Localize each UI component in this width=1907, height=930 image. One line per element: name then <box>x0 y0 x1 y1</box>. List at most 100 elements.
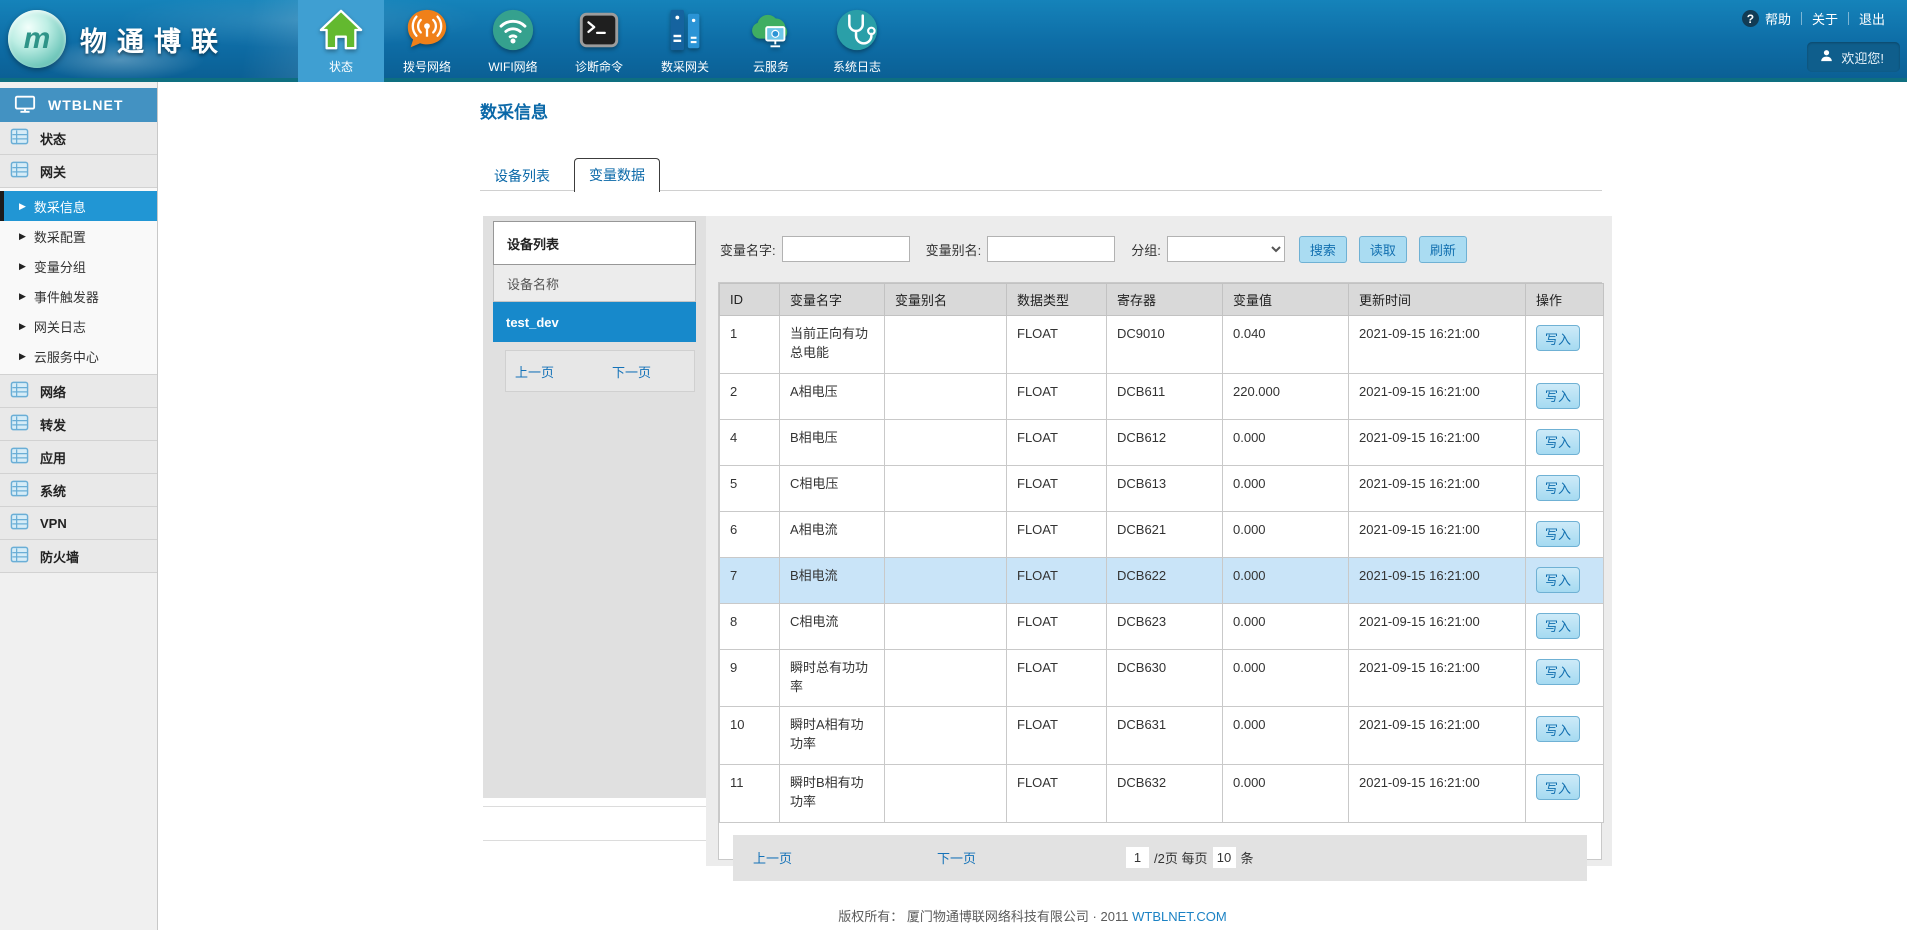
logout-link[interactable]: 退出 <box>1859 9 1885 28</box>
nav-item-cloud[interactable]: 云服务 <box>728 0 814 82</box>
cell-register: DCB613 <box>1107 465 1223 511</box>
sidebar-item-vpn[interactable]: VPN <box>0 507 157 540</box>
grid-icon <box>10 413 29 435</box>
sidebar-item-network[interactable]: 网络 <box>0 375 157 408</box>
page-size-input[interactable] <box>1213 847 1236 868</box>
nav-item-syslog[interactable]: 系统日志 <box>814 0 900 82</box>
welcome-badge[interactable]: 欢迎您! <box>1807 42 1900 72</box>
table-row[interactable]: 4B相电压FLOATDCB6120.0002021-09-15 16:21:00… <box>720 419 1604 465</box>
next-page-link[interactable]: 下一页 <box>937 848 976 867</box>
empty-row-divider <box>483 840 706 841</box>
write-button[interactable]: 写入 <box>1536 716 1580 742</box>
cell-name: A相电流 <box>780 511 885 557</box>
prev-page-link[interactable]: 上一页 <box>753 848 792 867</box>
wtblnet-link[interactable]: WTBLNET.COM <box>1132 909 1227 924</box>
sidebar-item-status[interactable]: 状态 <box>0 122 157 155</box>
wifi-icon <box>490 7 536 53</box>
cell-alias <box>885 557 1007 603</box>
nav-item-label: 云服务 <box>753 58 789 75</box>
table-row[interactable]: 11瞬时B相有功功率FLOATDCB6320.0002021-09-15 16:… <box>720 765 1604 823</box>
table-row[interactable]: 8C相电流FLOATDCB6230.0002021-09-15 16:21:00… <box>720 603 1604 649</box>
sidebar-subitem-label: 数采配置 <box>34 227 86 246</box>
cell-register: DCB630 <box>1107 649 1223 707</box>
cell-updated: 2021-09-15 16:21:00 <box>1349 557 1526 603</box>
nav-item-diagnose[interactable]: 诊断命令 <box>556 0 642 82</box>
sidebar-item-label: 网络 <box>40 382 66 401</box>
table-row[interactable]: 10瞬时A相有功功率FLOATDCB6310.0002021-09-15 16:… <box>720 707 1604 765</box>
tab-device-list[interactable]: 设备列表 <box>480 161 564 191</box>
device-list-panel: 设备列表 设备名称 test_dev 上一页 下一页 <box>483 216 706 798</box>
sidebar-item-system[interactable]: 系统 <box>0 474 157 507</box>
tab-var-data[interactable]: 变量数据 <box>574 158 660 192</box>
write-button[interactable]: 写入 <box>1536 383 1580 409</box>
monitor-icon <box>14 93 36 118</box>
sidebar-subitem-cloud-center[interactable]: ▶云服务中心 <box>0 341 157 371</box>
sidebar-subitem-event-trigger[interactable]: ▶事件触发器 <box>0 281 157 311</box>
sidebar-item-firewall[interactable]: 防火墙 <box>0 540 157 573</box>
cell-type: FLOAT <box>1007 511 1107 557</box>
write-button[interactable]: 写入 <box>1536 521 1580 547</box>
table-row[interactable]: 1当前正向有功总电能FLOATDC90100.0402021-09-15 16:… <box>720 316 1604 374</box>
nav-item-wifi[interactable]: WIFI网络 <box>470 0 556 82</box>
table-row[interactable]: 5C相电压FLOATDCB6130.0002021-09-15 16:21:00… <box>720 465 1604 511</box>
write-button[interactable]: 写入 <box>1536 429 1580 455</box>
variable-alias-input[interactable] <box>987 236 1115 262</box>
empty-row-divider <box>483 806 706 807</box>
table-row[interactable]: 7B相电流FLOATDCB6220.0002021-09-15 16:21:00… <box>720 557 1604 603</box>
sidebar-subitem-gateway-log[interactable]: ▶网关日志 <box>0 311 157 341</box>
search-button[interactable]: 搜索 <box>1299 236 1347 263</box>
refresh-button[interactable]: 刷新 <box>1419 236 1467 263</box>
device-list: test_dev <box>493 302 696 342</box>
sidebar-subitem-label: 事件触发器 <box>34 287 99 306</box>
grid-icon <box>10 380 29 402</box>
table-row[interactable]: 9瞬时总有功功率FLOATDCB6300.0002021-09-15 16:21… <box>720 649 1604 707</box>
help-link[interactable]: 帮助 <box>1765 9 1791 28</box>
cell-name: 瞬时B相有功功率 <box>780 765 885 823</box>
nav-item-dc-gateway[interactable]: 数采网关 <box>642 0 728 82</box>
copyright-label: 版权所有： <box>838 909 903 924</box>
cell-register: DCB632 <box>1107 765 1223 823</box>
cell-alias <box>885 465 1007 511</box>
grid-icon <box>10 545 29 567</box>
variable-name-label: 变量名字: <box>720 240 776 259</box>
sidebar-item-gateway[interactable]: 网关 <box>0 155 157 188</box>
write-button[interactable]: 写入 <box>1536 613 1580 639</box>
write-button[interactable]: 写入 <box>1536 774 1580 800</box>
cell-value: 0.000 <box>1223 765 1349 823</box>
nav-item-dialup[interactable]: 拨号网络 <box>384 0 470 82</box>
cell-updated: 2021-09-15 16:21:00 <box>1349 603 1526 649</box>
sidebar-subitem-var-group[interactable]: ▶变量分组 <box>0 251 157 281</box>
sidebar-item-label: 防火墙 <box>40 547 79 566</box>
device-next-page-link[interactable]: 下一页 <box>612 362 651 381</box>
about-link[interactable]: 关于 <box>1812 9 1838 28</box>
table-row[interactable]: 2A相电压FLOATDCB611220.0002021-09-15 16:21:… <box>720 373 1604 419</box>
table-row[interactable]: 6A相电流FLOATDCB6210.0002021-09-15 16:21:00… <box>720 511 1604 557</box>
cell-value: 0.000 <box>1223 511 1349 557</box>
variable-name-input[interactable] <box>782 236 910 262</box>
write-button[interactable]: 写入 <box>1536 659 1580 685</box>
cell-type: FLOAT <box>1007 603 1107 649</box>
cell-updated: 2021-09-15 16:21:00 <box>1349 765 1526 823</box>
grid-icon <box>10 127 29 149</box>
write-button[interactable]: 写入 <box>1536 567 1580 593</box>
cell-actions: 写入 <box>1526 649 1604 707</box>
page-number-input[interactable] <box>1126 847 1149 868</box>
column-header: ID <box>720 284 780 316</box>
read-button[interactable]: 读取 <box>1359 236 1407 263</box>
write-button[interactable]: 写入 <box>1536 325 1580 351</box>
nav-item-status[interactable]: 状态 <box>298 0 384 82</box>
write-button[interactable]: 写入 <box>1536 475 1580 501</box>
cell-register: DCB611 <box>1107 373 1223 419</box>
group-select[interactable] <box>1167 236 1285 262</box>
sidebar-subitem-dc-config[interactable]: ▶数采配置 <box>0 221 157 251</box>
nav-item-label: 拨号网络 <box>403 58 451 75</box>
cell-updated: 2021-09-15 16:21:00 <box>1349 316 1526 374</box>
device-prev-page-link[interactable]: 上一页 <box>515 362 554 381</box>
sidebar-subitem-dc-info[interactable]: ▶数采信息 <box>0 191 157 221</box>
sidebar-item-app[interactable]: 应用 <box>0 441 157 474</box>
sidebar-item-forward[interactable]: 转发 <box>0 408 157 441</box>
cell-value: 0.000 <box>1223 419 1349 465</box>
top-header: m 物通博联 状态拨号网络WIFI网络诊断命令数采网关云服务系统日志 ? 帮助 … <box>0 0 1907 82</box>
device-row[interactable]: test_dev <box>493 302 696 342</box>
cell-updated: 2021-09-15 16:21:00 <box>1349 419 1526 465</box>
